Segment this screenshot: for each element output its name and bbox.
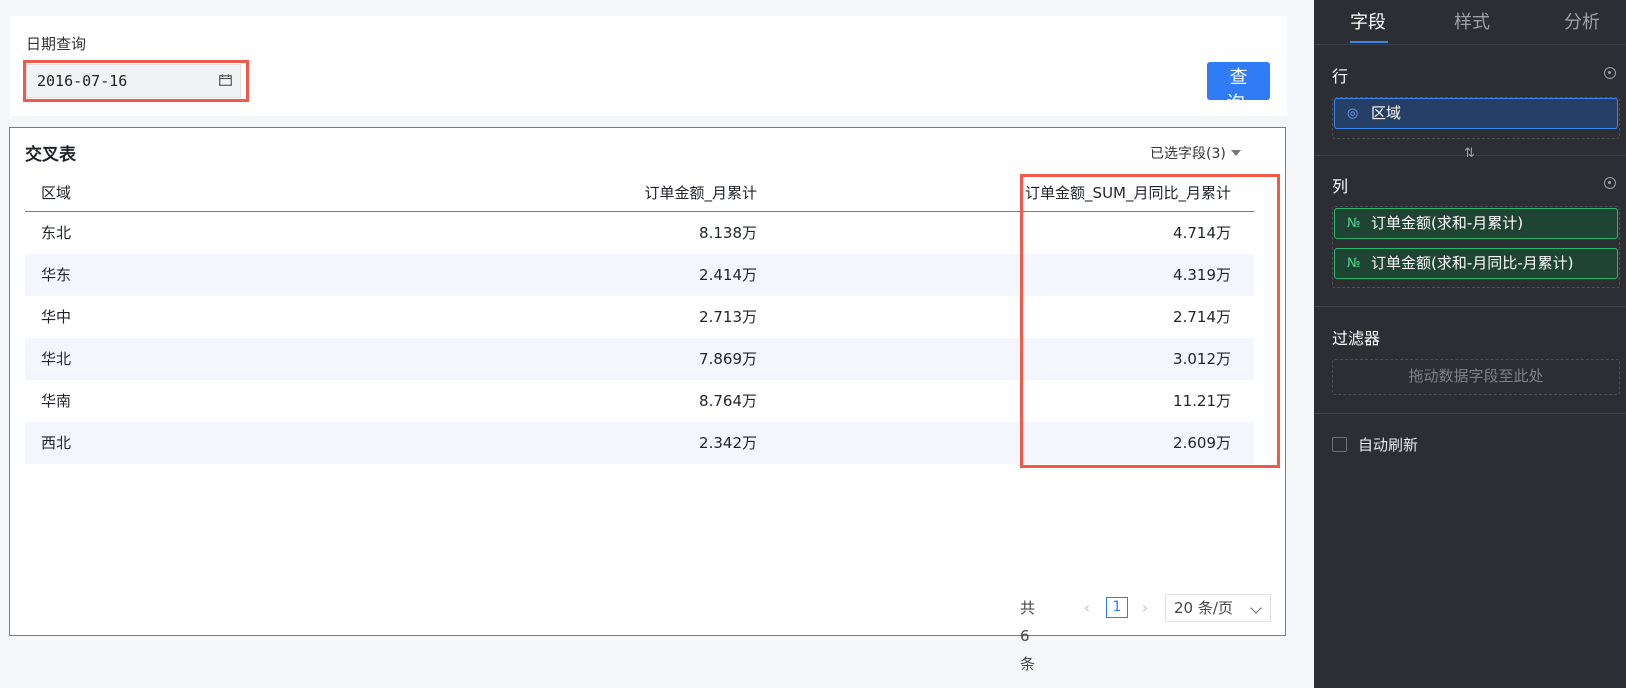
config-panel: 字段 样式 分析 行 ◎ 区域 ⇅ 列 № 订单金额(求和-月累计) № 订单金… bbox=[1314, 0, 1626, 688]
columns-section-title: 列 bbox=[1332, 177, 1349, 196]
caret-down-icon bbox=[1230, 150, 1241, 156]
row-field-label: 区域 bbox=[1371, 104, 1402, 122]
cross-table-card: 交叉表 已选字段(3) 区域 订单金额_月累计 订单金额_SUM_月同比_月累计… bbox=[9, 127, 1286, 636]
header-order-amount-mtd[interactable]: 订单金额_月累计 bbox=[644, 176, 757, 211]
tab-style[interactable]: 样式 bbox=[1454, 8, 1490, 34]
cell-region: 东北 bbox=[41, 224, 72, 242]
table-row: 华南 8.764万 11.21万 bbox=[25, 380, 1254, 422]
table-row: 华北 7.869万 3.012万 bbox=[25, 338, 1254, 380]
table-row: 华东 2.414万 4.319万 bbox=[25, 254, 1254, 296]
filter-section-title: 过滤器 bbox=[1332, 329, 1381, 348]
cell-yoy: 4.319万 bbox=[1173, 266, 1231, 284]
cell-yoy: 3.012万 bbox=[1173, 350, 1231, 368]
cell-amount: 2.414万 bbox=[699, 266, 757, 284]
prev-page-icon[interactable]: ‹ bbox=[1080, 594, 1094, 622]
pagination-total: 共 6 条 bbox=[1020, 599, 1036, 673]
page-size-value: 20 条/页 bbox=[1174, 599, 1233, 617]
number-icon: № bbox=[1347, 256, 1361, 271]
table-title: 交叉表 bbox=[25, 145, 76, 165]
cell-yoy: 2.609万 bbox=[1173, 434, 1231, 452]
cell-region: 华南 bbox=[41, 392, 72, 410]
query-button[interactable]: 查 询 bbox=[1207, 62, 1270, 114]
active-tab-indicator bbox=[1350, 41, 1388, 43]
column-field-chip-amount-mtd[interactable]: № 订单金额(求和-月累计) bbox=[1334, 208, 1618, 239]
columns-dropzone[interactable]: № 订单金额(求和-月累计) № 订单金额(求和-月同比-月累计) bbox=[1332, 206, 1620, 288]
calendar-icon[interactable] bbox=[219, 74, 232, 86]
column-field-label: 订单金额(求和-月累计) bbox=[1371, 214, 1524, 232]
cell-yoy: 11.21万 bbox=[1173, 392, 1231, 410]
table-row: 华中 2.713万 2.714万 bbox=[25, 296, 1254, 338]
query-card: 日期查询 2016-07-16 bbox=[10, 16, 1287, 116]
header-region[interactable]: 区域 bbox=[41, 176, 71, 211]
selected-fields-dropdown[interactable]: 已选字段(3) bbox=[1150, 143, 1241, 163]
cell-region: 华中 bbox=[41, 308, 72, 326]
cell-amount: 8.764万 bbox=[699, 392, 757, 410]
number-icon: № bbox=[1347, 216, 1361, 231]
filter-dropzone-hint: 拖动数据字段至此处 bbox=[1408, 367, 1544, 385]
rows-section-title: 行 bbox=[1332, 67, 1349, 86]
auto-refresh-label[interactable]: 自动刷新 bbox=[1358, 434, 1418, 455]
cross-table: 区域 订单金额_月累计 订单金额_SUM_月同比_月累计 东北 8.138万 4… bbox=[25, 176, 1254, 464]
cell-amount: 2.713万 bbox=[699, 308, 757, 326]
page-1-button[interactable]: 1 bbox=[1106, 597, 1128, 618]
divider bbox=[1314, 413, 1626, 414]
cell-region: 西北 bbox=[41, 434, 72, 452]
column-field-label: 订单金额(求和-月同比-月累计) bbox=[1371, 254, 1574, 272]
cell-amount: 8.138万 bbox=[699, 224, 757, 242]
table-row: 西北 2.342万 2.609万 bbox=[25, 422, 1254, 464]
header-order-amount-yoy-mtd[interactable]: 订单金额_SUM_月同比_月累计 bbox=[1025, 176, 1231, 211]
date-query-label: 日期查询 bbox=[26, 35, 87, 53]
panel-tabs: 字段 样式 分析 bbox=[1314, 0, 1626, 45]
cell-region: 华北 bbox=[41, 350, 72, 368]
date-value: 2016-07-16 bbox=[37, 72, 128, 90]
date-input[interactable]: 2016-07-16 bbox=[26, 64, 241, 98]
column-field-chip-amount-yoy-mtd[interactable]: № 订单金额(求和-月同比-月累计) bbox=[1334, 248, 1618, 279]
auto-refresh-checkbox[interactable] bbox=[1332, 437, 1347, 452]
columns-settings-gear-icon[interactable] bbox=[1604, 177, 1616, 189]
rows-settings-gear-icon[interactable] bbox=[1604, 67, 1616, 79]
page-size-select[interactable]: 20 条/页 bbox=[1165, 594, 1271, 622]
cell-yoy: 2.714万 bbox=[1173, 308, 1231, 326]
divider bbox=[1314, 306, 1626, 307]
location-icon: ◎ bbox=[1347, 106, 1359, 121]
cell-amount: 2.342万 bbox=[699, 434, 757, 452]
rows-dropzone[interactable]: ◎ 区域 bbox=[1332, 97, 1620, 139]
swap-rows-columns-icon[interactable]: ⇅ bbox=[1464, 146, 1475, 161]
chevron-down-icon bbox=[1250, 602, 1262, 614]
tab-analysis[interactable]: 分析 bbox=[1564, 8, 1600, 34]
selected-fields-label: 已选字段(3) bbox=[1150, 146, 1226, 162]
table-header: 区域 订单金额_月累计 订单金额_SUM_月同比_月累计 bbox=[25, 176, 1254, 212]
table-row: 东北 8.138万 4.714万 bbox=[25, 212, 1254, 254]
next-page-icon[interactable]: › bbox=[1138, 594, 1152, 622]
cell-yoy: 4.714万 bbox=[1173, 224, 1231, 242]
row-field-chip-region[interactable]: ◎ 区域 bbox=[1334, 98, 1618, 129]
cell-region: 华东 bbox=[41, 266, 72, 284]
cell-amount: 7.869万 bbox=[699, 350, 757, 368]
tab-fields[interactable]: 字段 bbox=[1350, 8, 1386, 34]
